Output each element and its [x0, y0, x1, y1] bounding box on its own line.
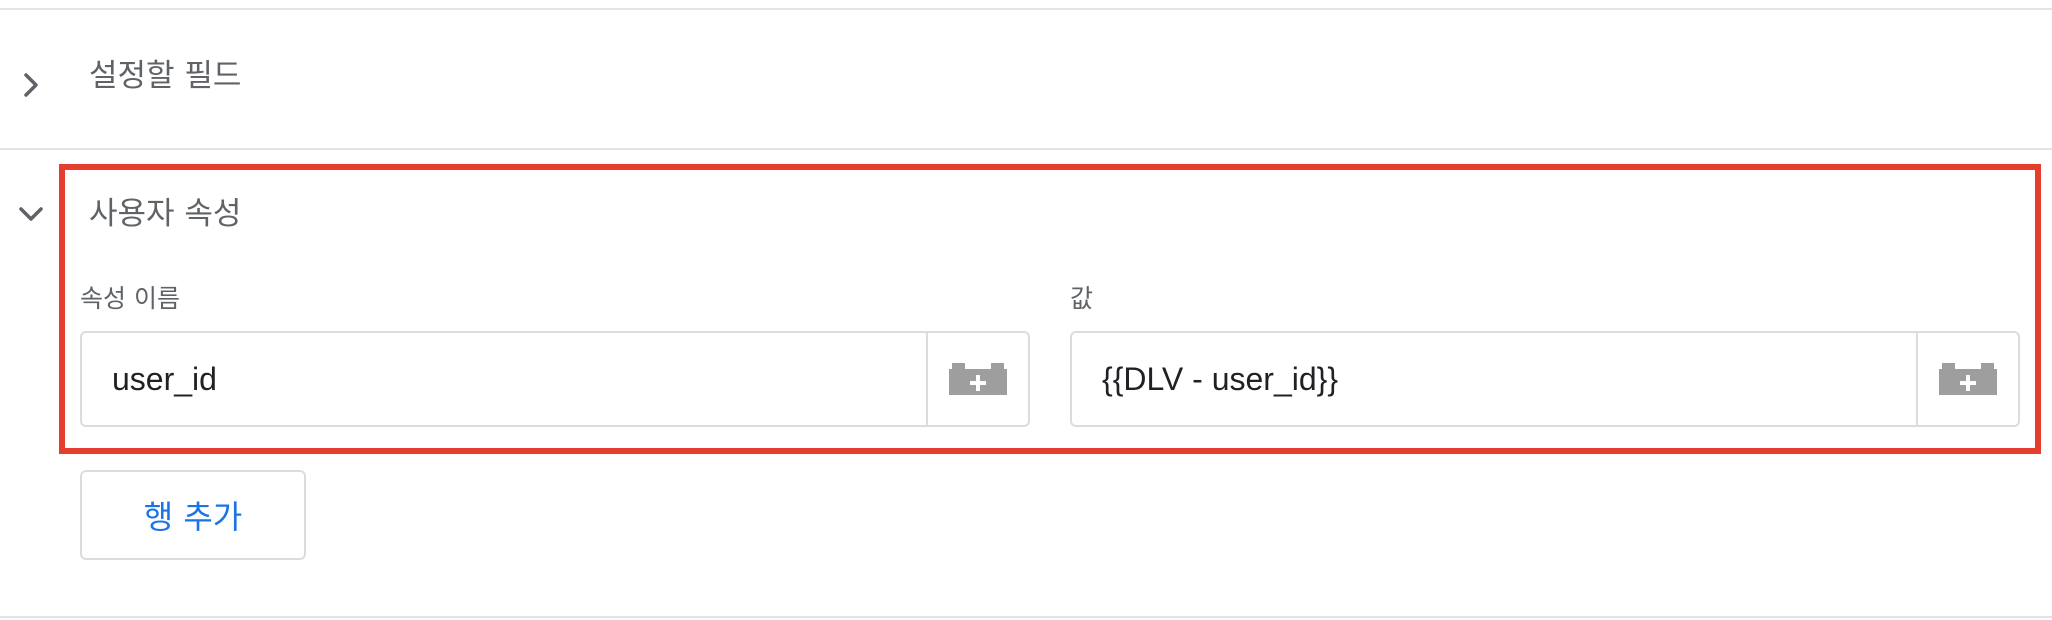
- variable-brick-icon: [1939, 363, 1997, 395]
- chevron-right-icon[interactable]: [14, 68, 48, 102]
- variable-brick-icon: [949, 363, 1007, 395]
- value-variable-button[interactable]: [1916, 333, 2018, 425]
- property-name-label: 속성 이름: [80, 284, 180, 313]
- value-field[interactable]: {{DLV - user_id}}: [1070, 331, 2020, 427]
- bottom-divider: [0, 616, 2052, 618]
- section-fields-to-set[interactable]: 설정할 필드: [0, 10, 2052, 148]
- property-name-variable-button[interactable]: [926, 333, 1028, 425]
- section-title-fields-to-set: 설정할 필드: [89, 58, 242, 94]
- add-row-button[interactable]: 행 추가: [80, 470, 306, 560]
- property-name-value[interactable]: user_id: [112, 333, 217, 425]
- chevron-down-icon[interactable]: [14, 197, 48, 231]
- value-label: 값: [1070, 284, 1094, 313]
- property-name-field[interactable]: user_id: [80, 331, 1030, 427]
- value-field-value[interactable]: {{DLV - user_id}}: [1102, 333, 1338, 425]
